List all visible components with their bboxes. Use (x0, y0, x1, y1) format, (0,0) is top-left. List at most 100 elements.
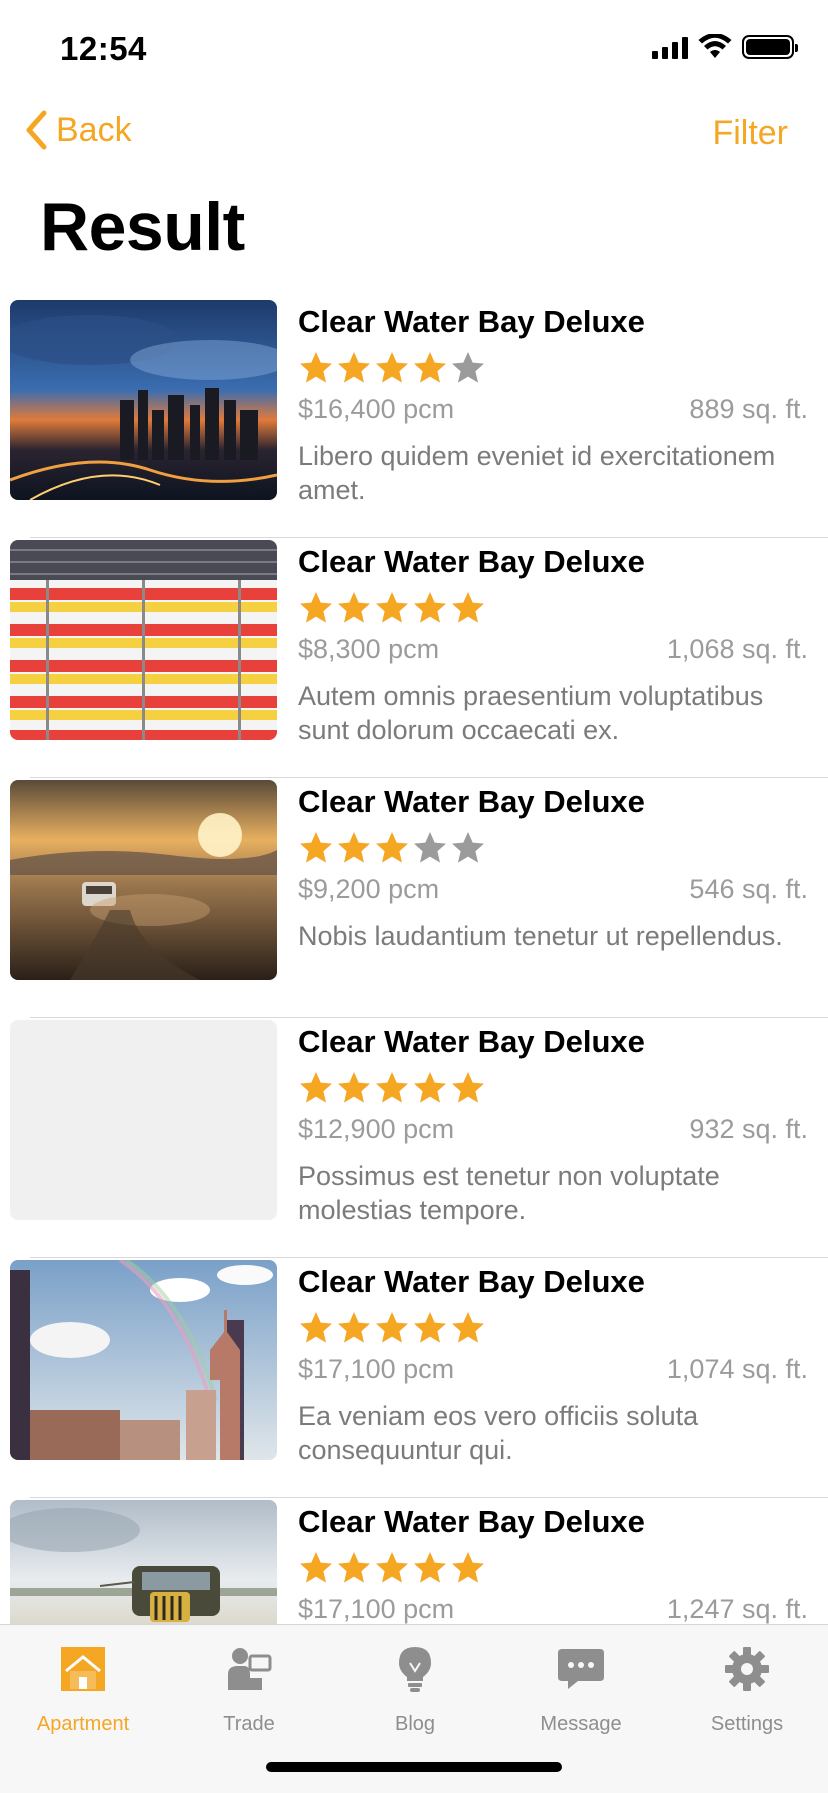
star-filled-icon (376, 1552, 408, 1583)
star-empty-icon (452, 352, 484, 383)
rating-stars (298, 1548, 808, 1588)
star-filled-icon (414, 352, 446, 383)
star-filled-icon (414, 1312, 446, 1343)
listing-image (10, 780, 277, 980)
rating-stars (298, 588, 808, 628)
listing-title: Clear Water Bay Deluxe (298, 1024, 645, 1059)
listing-price: $17,100 pcm (298, 1354, 455, 1384)
star-filled-icon (338, 1552, 370, 1583)
tab-settings[interactable]: Settings (664, 1639, 828, 1736)
star-filled-icon (414, 1552, 446, 1583)
rating-stars (298, 828, 808, 868)
status-icons (652, 34, 798, 60)
tab-apartment[interactable]: Apartment (0, 1639, 166, 1736)
listing-area: 1,074 sq. ft. (666, 1354, 808, 1384)
listing-price: $17,100 pcm (298, 1594, 455, 1624)
listing-image (10, 1500, 277, 1624)
tab-message[interactable]: Message (498, 1639, 664, 1736)
results-list: Clear Water Bay Deluxe $16,400 pcm 889 s… (0, 298, 828, 1624)
listing-price: $9,200 pcm (298, 874, 440, 904)
listing-title: Clear Water Bay Deluxe (298, 1504, 645, 1539)
list-item[interactable]: Clear Water Bay Deluxe $9,200 pcm 546 sq… (0, 778, 828, 1018)
star-filled-icon (376, 1312, 408, 1343)
star-filled-icon (338, 352, 370, 383)
listing-price: $16,400 pcm (298, 394, 455, 424)
gear-icon (725, 1647, 769, 1691)
star-filled-icon (338, 1312, 370, 1343)
signal-icon (652, 35, 688, 59)
tab-label: Apartment (36, 1713, 130, 1735)
star-filled-icon (376, 832, 408, 863)
home-indicator (266, 1762, 562, 1772)
filter-button[interactable]: Filter (712, 114, 788, 153)
star-filled-icon (338, 832, 370, 863)
listing-title: Clear Water Bay Deluxe (298, 544, 645, 579)
star-empty-icon (452, 832, 484, 863)
listing-area: 889 sq. ft. (689, 394, 808, 424)
lightbulb-icon (399, 1647, 431, 1692)
status-time: 12:54 (60, 30, 147, 67)
listing-area: 1,068 sq. ft. (666, 634, 808, 664)
house-icon (61, 1647, 105, 1691)
star-filled-icon (452, 1072, 484, 1103)
star-filled-icon (338, 1072, 370, 1103)
trade-icon (228, 1648, 272, 1690)
list-item[interactable]: Clear Water Bay Deluxe $12,900 pcm 932 s… (0, 1018, 828, 1258)
star-empty-icon (414, 832, 446, 863)
page-title: Result (40, 189, 245, 265)
star-filled-icon (300, 592, 332, 623)
listing-area: 1,247 sq. ft. (666, 1594, 808, 1624)
listing-description: Ea veniam eos vero officiis soluta conse… (298, 1401, 699, 1465)
star-filled-icon (452, 1312, 484, 1343)
listing-area: 546 sq. ft. (689, 874, 808, 904)
back-label: Back (56, 110, 132, 149)
star-filled-icon (300, 1312, 332, 1343)
star-filled-icon (376, 592, 408, 623)
list-item[interactable]: Clear Water Bay Deluxe $8,300 pcm 1,068 … (0, 538, 828, 778)
star-filled-icon (300, 832, 332, 863)
navigation-bar: Back Filter (0, 100, 828, 164)
message-icon (558, 1649, 604, 1689)
listing-area: 932 sq. ft. (689, 1114, 808, 1144)
tab-label: Blog (394, 1713, 436, 1735)
list-item[interactable]: Clear Water Bay Deluxe $17,100 pcm 1,074… (0, 1258, 828, 1498)
chevron-left-icon (26, 110, 47, 150)
listing-description: Possimus est tenetur non voluptate moles… (298, 1161, 720, 1225)
listing-title: Clear Water Bay Deluxe (298, 304, 645, 339)
list-item[interactable]: Clear Water Bay Deluxe $17,100 pcm 1,247… (0, 1498, 828, 1624)
listing-image (10, 300, 277, 500)
listing-description: Nobis laudantium tenetur ut repellendus. (298, 921, 783, 951)
star-filled-icon (414, 1072, 446, 1103)
listing-image (10, 540, 277, 740)
listing-description: Libero quidem eveniet id exercitationem … (298, 441, 776, 505)
star-filled-icon (376, 352, 408, 383)
listing-description: Autem omnis praesentium voluptatibus sun… (298, 681, 764, 745)
list-item[interactable]: Clear Water Bay Deluxe $16,400 pcm 889 s… (0, 298, 828, 538)
star-filled-icon (300, 1072, 332, 1103)
status-bar: 12:54 (0, 0, 828, 100)
tab-blog[interactable]: Blog (332, 1639, 498, 1736)
listing-title: Clear Water Bay Deluxe (298, 1264, 645, 1299)
tab-label: Message (540, 1713, 622, 1735)
star-filled-icon (452, 1552, 484, 1583)
star-filled-icon (452, 592, 484, 623)
star-filled-icon (300, 1552, 332, 1583)
star-filled-icon (414, 592, 446, 623)
rating-stars (298, 348, 808, 388)
wifi-icon (698, 34, 732, 58)
rating-stars (298, 1068, 808, 1108)
tab-trade[interactable]: Trade (166, 1639, 332, 1736)
rating-stars (298, 1308, 808, 1348)
tab-label: Trade (223, 1713, 275, 1735)
star-filled-icon (376, 1072, 408, 1103)
listing-image (10, 1260, 277, 1460)
listing-price: $8,300 pcm (298, 634, 440, 664)
tab-label: Settings (710, 1713, 784, 1735)
back-button[interactable]: Back (24, 110, 132, 150)
listing-title: Clear Water Bay Deluxe (298, 784, 645, 819)
battery-icon (742, 35, 798, 59)
listing-image-placeholder (10, 1020, 277, 1220)
star-filled-icon (338, 592, 370, 623)
listing-price: $12,900 pcm (298, 1114, 455, 1144)
star-filled-icon (300, 352, 332, 383)
